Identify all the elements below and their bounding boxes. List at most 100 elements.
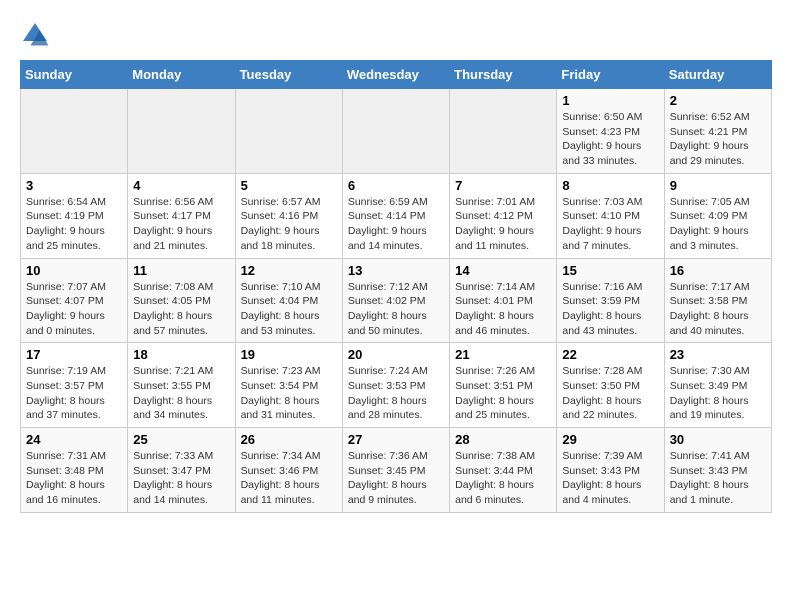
calendar-cell: 22 Sunrise: 7:28 AM Sunset: 3:50 PM Dayli… (557, 343, 664, 428)
calendar-cell: 21Sunrise: 7:26 AM Sunset: 3:51 PM Dayli… (450, 343, 557, 428)
calendar-week-1: 1 Sunrise: 6:50 AM Sunset: 4:23 PM Daylig… (21, 89, 772, 174)
calendar-cell: 17 Sunrise: 7:19 AM Sunset: 3:57 PM Dayli… (21, 343, 128, 428)
calendar-week-4: 17 Sunrise: 7:19 AM Sunset: 3:57 PM Dayli… (21, 343, 772, 428)
day-info: Sunrise: 7:17 AM Sunset: 3:58 PM Dayligh… (670, 280, 766, 339)
col-tuesday: Tuesday (235, 61, 342, 89)
calendar-cell: 1 Sunrise: 6:50 AM Sunset: 4:23 PM Daylig… (557, 89, 664, 174)
calendar-week-5: 24 Sunrise: 7:31 AM Sunset: 3:48 PM Dayli… (21, 428, 772, 513)
day-info: Sunrise: 7:05 AM Sunset: 4:09 PM Dayligh… (670, 195, 766, 254)
day-info: Sunrise: 7:07 AM Sunset: 4:07 PM Dayligh… (26, 280, 122, 339)
day-number: 3 (26, 178, 122, 193)
logo (20, 20, 54, 50)
calendar-cell: 11 Sunrise: 7:08 AM Sunset: 4:05 PM Dayli… (128, 258, 235, 343)
calendar-header: Sunday Monday Tuesday Wednesday Thursday… (21, 61, 772, 89)
col-wednesday: Wednesday (342, 61, 449, 89)
day-info: Sunrise: 6:54 AM Sunset: 4:19 PM Dayligh… (26, 195, 122, 254)
col-sunday: Sunday (21, 61, 128, 89)
calendar-table: Sunday Monday Tuesday Wednesday Thursday… (20, 60, 772, 513)
calendar-cell: 3 Sunrise: 6:54 AM Sunset: 4:19 PM Daylig… (21, 173, 128, 258)
day-number: 14 (455, 263, 551, 278)
calendar-cell: 5Sunrise: 6:57 AM Sunset: 4:16 PM Daylig… (235, 173, 342, 258)
day-number: 27 (348, 432, 444, 447)
calendar-cell: 16 Sunrise: 7:17 AM Sunset: 3:58 PM Dayli… (664, 258, 771, 343)
calendar-cell: 4 Sunrise: 6:56 AM Sunset: 4:17 PM Daylig… (128, 173, 235, 258)
day-info: Sunrise: 7:28 AM Sunset: 3:50 PM Dayligh… (562, 364, 658, 423)
calendar-cell: 15 Sunrise: 7:16 AM Sunset: 3:59 PM Dayli… (557, 258, 664, 343)
calendar-cell: 19Sunrise: 7:23 AM Sunset: 3:54 PM Dayli… (235, 343, 342, 428)
day-number: 25 (133, 432, 229, 447)
day-number: 17 (26, 347, 122, 362)
day-info: Sunrise: 7:41 AM Sunset: 3:43 PM Dayligh… (670, 449, 766, 508)
calendar-cell: 23 Sunrise: 7:30 AM Sunset: 3:49 PM Dayli… (664, 343, 771, 428)
day-number: 24 (26, 432, 122, 447)
day-info: Sunrise: 7:10 AM Sunset: 4:04 PM Dayligh… (241, 280, 337, 339)
calendar-cell: 28Sunrise: 7:38 AM Sunset: 3:44 PM Dayli… (450, 428, 557, 513)
calendar-cell (21, 89, 128, 174)
day-info: Sunrise: 7:21 AM Sunset: 3:55 PM Dayligh… (133, 364, 229, 423)
calendar-cell (342, 89, 449, 174)
day-info: Sunrise: 7:39 AM Sunset: 3:43 PM Dayligh… (562, 449, 658, 508)
day-info: Sunrise: 6:57 AM Sunset: 4:16 PM Dayligh… (241, 195, 337, 254)
col-saturday: Saturday (664, 61, 771, 89)
calendar-cell: 18 Sunrise: 7:21 AM Sunset: 3:55 PM Dayli… (128, 343, 235, 428)
day-info: Sunrise: 7:16 AM Sunset: 3:59 PM Dayligh… (562, 280, 658, 339)
day-info: Sunrise: 7:08 AM Sunset: 4:05 PM Dayligh… (133, 280, 229, 339)
calendar-cell: 24 Sunrise: 7:31 AM Sunset: 3:48 PM Dayli… (21, 428, 128, 513)
day-number: 22 (562, 347, 658, 362)
day-number: 26 (241, 432, 337, 447)
calendar-week-3: 10 Sunrise: 7:07 AM Sunset: 4:07 PM Dayli… (21, 258, 772, 343)
day-info: Sunrise: 7:36 AM Sunset: 3:45 PM Dayligh… (348, 449, 444, 508)
calendar-cell (235, 89, 342, 174)
day-info: Sunrise: 7:01 AM Sunset: 4:12 PM Dayligh… (455, 195, 551, 254)
day-number: 12 (241, 263, 337, 278)
calendar-cell: 26 Sunrise: 7:34 AM Sunset: 3:46 PM Dayli… (235, 428, 342, 513)
day-info: Sunrise: 7:30 AM Sunset: 3:49 PM Dayligh… (670, 364, 766, 423)
day-info: Sunrise: 7:33 AM Sunset: 3:47 PM Dayligh… (133, 449, 229, 508)
calendar-cell: 14 Sunrise: 7:14 AM Sunset: 4:01 PM Dayli… (450, 258, 557, 343)
day-info: Sunrise: 7:03 AM Sunset: 4:10 PM Dayligh… (562, 195, 658, 254)
day-info: Sunrise: 7:24 AM Sunset: 3:53 PM Dayligh… (348, 364, 444, 423)
col-monday: Monday (128, 61, 235, 89)
day-info: Sunrise: 6:59 AM Sunset: 4:14 PM Dayligh… (348, 195, 444, 254)
col-friday: Friday (557, 61, 664, 89)
calendar-cell: 10 Sunrise: 7:07 AM Sunset: 4:07 PM Dayli… (21, 258, 128, 343)
col-thursday: Thursday (450, 61, 557, 89)
day-number: 9 (670, 178, 766, 193)
day-info: Sunrise: 7:34 AM Sunset: 3:46 PM Dayligh… (241, 449, 337, 508)
day-number: 2 (670, 93, 766, 108)
page-header (20, 20, 772, 50)
day-number: 11 (133, 263, 229, 278)
calendar-cell: 6Sunrise: 6:59 AM Sunset: 4:14 PM Daylig… (342, 173, 449, 258)
day-number: 20 (348, 347, 444, 362)
calendar-cell: 27 Sunrise: 7:36 AM Sunset: 3:45 PM Dayli… (342, 428, 449, 513)
calendar-cell: 25 Sunrise: 7:33 AM Sunset: 3:47 PM Dayli… (128, 428, 235, 513)
day-number: 16 (670, 263, 766, 278)
day-number: 18 (133, 347, 229, 362)
day-number: 10 (26, 263, 122, 278)
day-info: Sunrise: 7:19 AM Sunset: 3:57 PM Dayligh… (26, 364, 122, 423)
day-info: Sunrise: 6:56 AM Sunset: 4:17 PM Dayligh… (133, 195, 229, 254)
day-number: 19 (241, 347, 337, 362)
day-info: Sunrise: 6:50 AM Sunset: 4:23 PM Dayligh… (562, 110, 658, 169)
calendar-cell: 20 Sunrise: 7:24 AM Sunset: 3:53 PM Dayli… (342, 343, 449, 428)
day-number: 15 (562, 263, 658, 278)
day-info: Sunrise: 7:12 AM Sunset: 4:02 PM Dayligh… (348, 280, 444, 339)
day-number: 23 (670, 347, 766, 362)
day-info: Sunrise: 6:52 AM Sunset: 4:21 PM Dayligh… (670, 110, 766, 169)
day-number: 8 (562, 178, 658, 193)
day-info: Sunrise: 7:38 AM Sunset: 3:44 PM Dayligh… (455, 449, 551, 508)
day-info: Sunrise: 7:14 AM Sunset: 4:01 PM Dayligh… (455, 280, 551, 339)
calendar-cell: 2 Sunrise: 6:52 AM Sunset: 4:21 PM Daylig… (664, 89, 771, 174)
day-number: 29 (562, 432, 658, 447)
calendar-body: 1 Sunrise: 6:50 AM Sunset: 4:23 PM Daylig… (21, 89, 772, 513)
calendar-week-2: 3 Sunrise: 6:54 AM Sunset: 4:19 PM Daylig… (21, 173, 772, 258)
day-info: Sunrise: 7:31 AM Sunset: 3:48 PM Dayligh… (26, 449, 122, 508)
calendar-cell: 7Sunrise: 7:01 AM Sunset: 4:12 PM Daylig… (450, 173, 557, 258)
day-info: Sunrise: 7:26 AM Sunset: 3:51 PM Dayligh… (455, 364, 551, 423)
calendar-cell (128, 89, 235, 174)
logo-icon (20, 20, 50, 50)
day-number: 30 (670, 432, 766, 447)
calendar-cell: 12 Sunrise: 7:10 AM Sunset: 4:04 PM Dayli… (235, 258, 342, 343)
day-number: 4 (133, 178, 229, 193)
day-number: 1 (562, 93, 658, 108)
